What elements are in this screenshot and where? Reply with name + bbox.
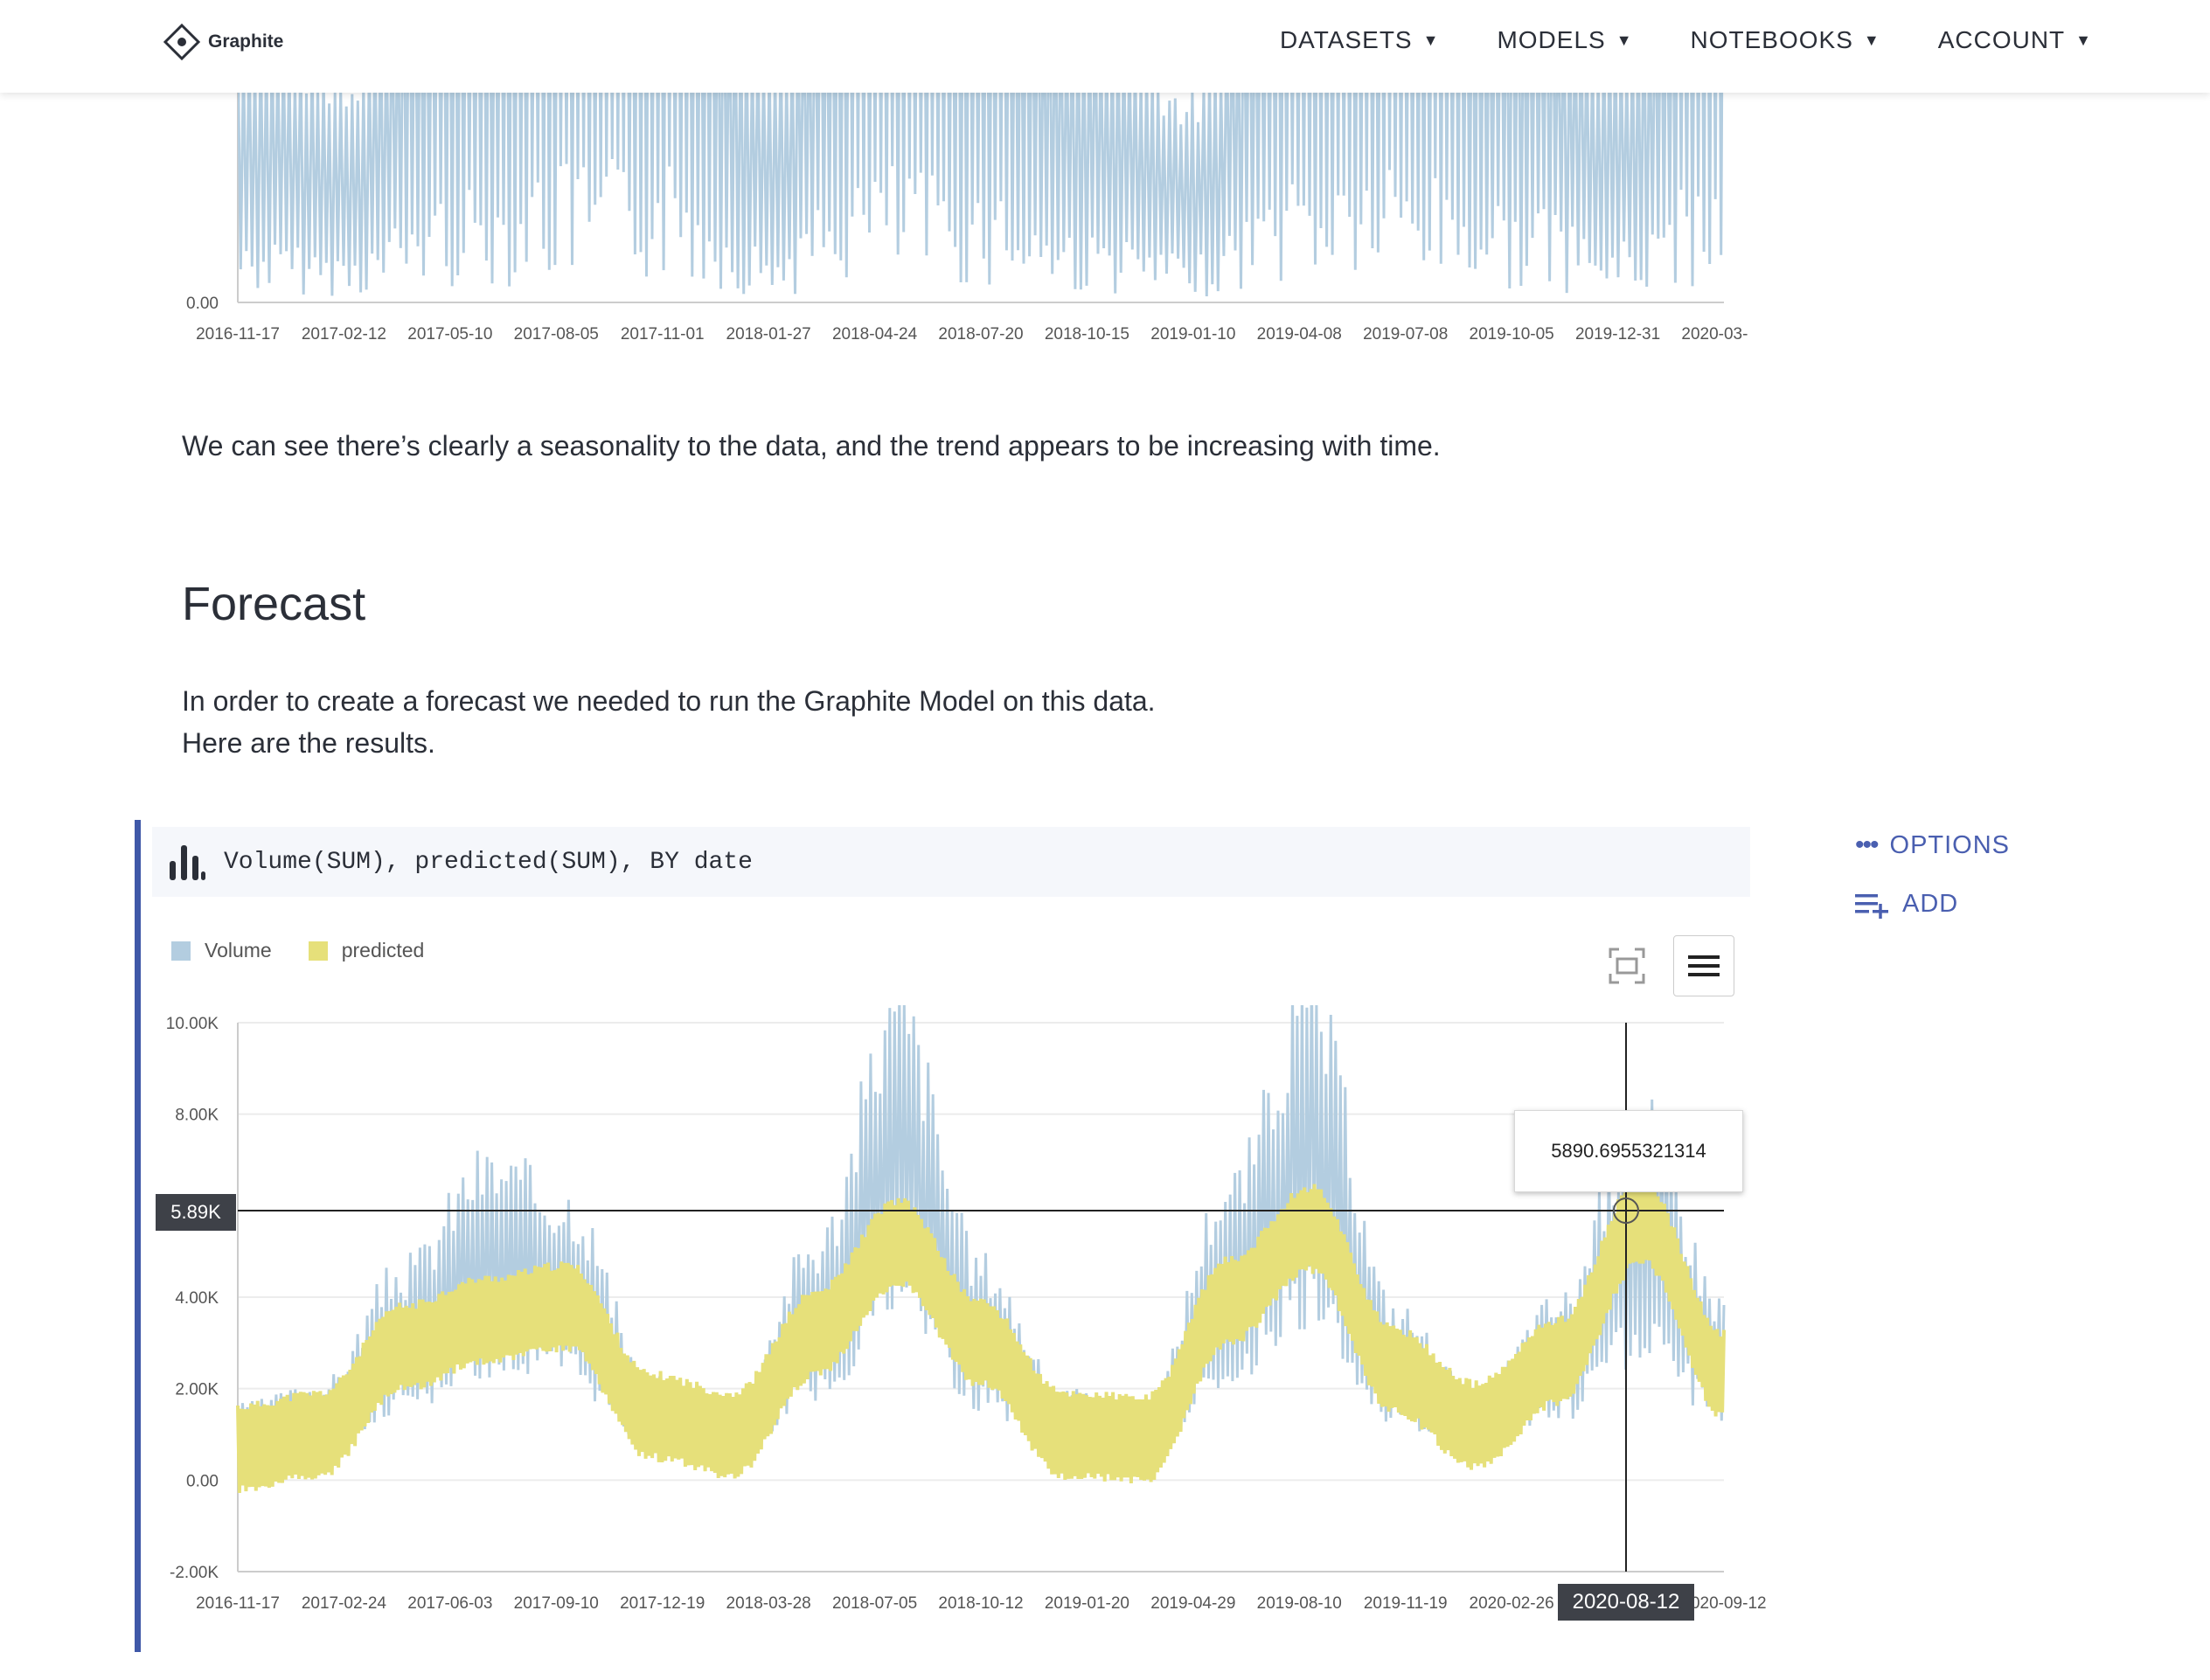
- chart-menu-button[interactable]: [1673, 935, 1734, 996]
- logo-text: Graphite: [208, 31, 284, 52]
- x-tick-label: 2020-02-26: [1470, 1594, 1554, 1613]
- x-tick-label: 2017-09-10: [514, 1594, 599, 1613]
- x-tick-label: 2018-07-20: [938, 325, 1023, 344]
- legend-item-predicted[interactable]: predicted: [308, 939, 425, 962]
- x-tick-label: 2019-07-08: [1363, 325, 1448, 344]
- x-tick-label: 2017-12-19: [620, 1594, 705, 1613]
- nav-account[interactable]: ACCOUNT ▼: [1938, 26, 2092, 54]
- graphite-logo-icon: [163, 23, 201, 61]
- y-tick-label: 0.00: [186, 1472, 219, 1490]
- top-navbar: Graphite DATASETS ▼ MODELS ▼ NOTEBOOKS ▼ AC…: [0, 0, 2210, 93]
- legend-item-volume[interactable]: Volume: [171, 939, 272, 962]
- logo[interactable]: Graphite: [163, 23, 283, 61]
- options-button[interactable]: ••• OPTIONS: [1855, 830, 2010, 860]
- x-tick-label: 2016-11-17: [196, 325, 280, 344]
- caret-down-icon: ▼: [1422, 31, 1440, 49]
- x-tick-label: 2018-01-27: [726, 325, 811, 344]
- volume-chart: 2.00K 0.00 2016-11-17 2017-02-12 2017-05-10 2…: [175, 93, 1748, 344]
- x-tick-label: 2017-02-24: [302, 1594, 387, 1613]
- intro-line-2: Here are the results.: [182, 727, 435, 759]
- y-tick-label: 10.00K: [166, 1015, 219, 1033]
- cell-actions: ••• OPTIONS ADD: [1855, 830, 2010, 948]
- caret-down-icon: ▼: [1863, 31, 1880, 49]
- x-tick-label: 2016-11-17: [196, 1594, 280, 1613]
- volume-series-line: [238, 93, 1724, 297]
- y-tick-label: 2.00K: [175, 1381, 219, 1399]
- y-tick-label: -2.00K: [170, 1564, 219, 1582]
- chart-legend: Volume predicted: [171, 939, 424, 962]
- x-tick-label: 2019-12-31: [1575, 325, 1660, 344]
- x-tick-label: 2019-01-10: [1150, 325, 1235, 344]
- nav-notebooks[interactable]: NOTEBOOKS ▼: [1691, 26, 1880, 54]
- nav-models[interactable]: MODELS ▼: [1497, 26, 1632, 54]
- x-tick-label: 2018-04-24: [832, 325, 918, 344]
- hamburger-icon: [1688, 955, 1720, 976]
- more-horizontal-icon: •••: [1855, 830, 1879, 859]
- caret-down-icon: ▼: [2075, 31, 2092, 49]
- add-list-icon: [1855, 893, 1888, 919]
- y-tick-label: 2.00K: [175, 93, 219, 94]
- crosshair-y-label: 5.89K: [156, 1194, 236, 1231]
- crosshair-x-label: 2020-08-12: [1558, 1584, 1694, 1621]
- x-tick-label: 2019-04-08: [1257, 325, 1342, 344]
- caret-down-icon: ▼: [1616, 31, 1633, 49]
- nav-notebooks-label: NOTEBOOKS: [1690, 26, 1853, 53]
- x-tick-label: 2019-10-05: [1470, 325, 1554, 344]
- chart-toolbar: [1607, 935, 1734, 996]
- x-tick-label: 2020-03-27: [1681, 325, 1748, 344]
- query-text: Volume(SUM), predicted(SUM), BY date: [224, 848, 753, 876]
- x-tick-label: 2019-08-10: [1257, 1594, 1342, 1613]
- forecast-chart[interactable]: 10.00K 8.00K 4.00K 2.00K 0.00 -2.00K 2016-11-1…: [0, 1005, 1783, 1635]
- y-tick-label: 4.00K: [175, 1289, 219, 1308]
- x-tick-label: 2017-08-05: [514, 325, 599, 344]
- section-heading: Forecast: [182, 578, 366, 630]
- x-tick-label: 2019-11-19: [1364, 1594, 1448, 1613]
- x-tick-label: 2018-07-05: [832, 1594, 917, 1613]
- nav-models-label: MODELS: [1497, 26, 1606, 53]
- legend-label-volume: Volume: [205, 939, 272, 961]
- nav-account-label: ACCOUNT: [1937, 26, 2066, 53]
- bar-chart-icon: [170, 845, 205, 880]
- intro-line-1: In order to create a forecast we needed …: [182, 685, 1156, 717]
- nav-datasets-label: DATASETS: [1279, 26, 1413, 53]
- chart-tooltip: 5890.6955321314: [1514, 1110, 1743, 1192]
- x-tick-label: 2017-05-10: [407, 325, 492, 344]
- add-label: ADD: [1902, 890, 1959, 918]
- nav-datasets[interactable]: DATASETS ▼: [1280, 26, 1439, 54]
- query-bar[interactable]: Volume(SUM), predicted(SUM), BY date: [152, 827, 1750, 897]
- y-tick-label: 8.00K: [175, 1107, 219, 1125]
- legend-swatch-predicted: [308, 941, 328, 961]
- x-tick-label: 2019-04-29: [1150, 1594, 1235, 1613]
- fullscreen-icon[interactable]: [1607, 946, 1647, 986]
- x-tick-label: 2018-10-15: [1045, 325, 1129, 344]
- y-tick-label: 0.00: [186, 295, 219, 313]
- legend-swatch-volume: [171, 941, 191, 961]
- x-tick-label: 2019-01-20: [1045, 1594, 1129, 1613]
- predicted-series-line: [236, 1176, 1726, 1494]
- add-button[interactable]: ADD: [1855, 890, 2010, 919]
- x-tick-label: 2017-06-03: [407, 1594, 492, 1613]
- x-tick-label: 2017-02-12: [302, 325, 386, 344]
- x-tick-label: 2017-11-01: [621, 325, 705, 344]
- main-nav: DATASETS ▼ MODELS ▼ NOTEBOOKS ▼ ACCOUNT ▼: [1280, 26, 2092, 54]
- x-tick-label: 2018-03-28: [726, 1594, 811, 1613]
- legend-label-predicted: predicted: [341, 939, 425, 961]
- observation-text: We can see there’s clearly a seasonality…: [182, 430, 1441, 462]
- options-label: OPTIONS: [1889, 830, 2011, 859]
- x-tick-label: 2018-10-12: [938, 1594, 1023, 1613]
